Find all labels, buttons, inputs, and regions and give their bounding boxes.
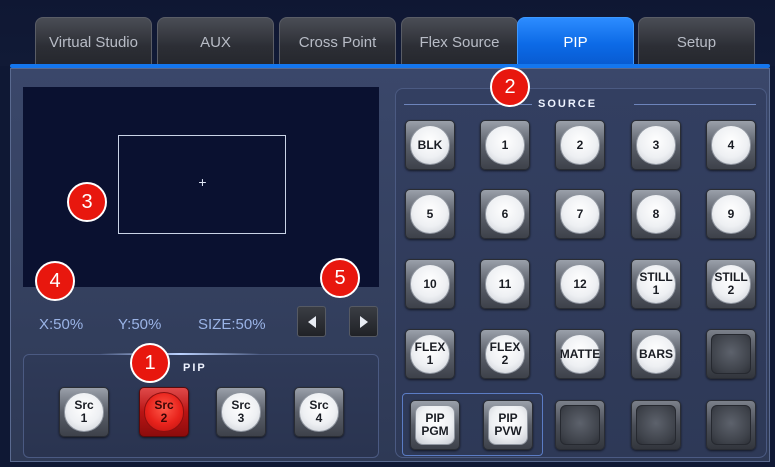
source-key-label: 8 [636,194,676,234]
source-key-label: 3 [636,125,676,165]
source-panel-title: SOURCE [538,98,598,110]
source-key-7[interactable]: 7 [555,189,605,239]
source-key-blank-cap [560,405,600,445]
x-position-readout: X:50% [39,316,84,333]
pip-src-2-button[interactable]: Src 2 [139,387,189,437]
source-key-still-1[interactable]: STILL 1 [631,259,681,309]
source-key-label: 10 [410,264,450,304]
source-key-label: 11 [485,264,525,304]
source-key-label: 12 [560,264,600,304]
source-key-blank[interactable] [631,400,681,450]
source-key-1[interactable]: 1 [480,120,530,170]
source-key-blank[interactable] [706,400,756,450]
source-key-label: STILL 1 [636,264,676,304]
pip-pvw-button[interactable]: PIP PVW [483,400,533,450]
source-key-label: 4 [711,125,751,165]
pip-src-4-button[interactable]: Src 4 [294,387,344,437]
source-key-label: 1 [485,125,525,165]
size-increase-button[interactable] [349,306,378,337]
callout-marker-3: 3 [67,182,107,222]
size-decrease-button[interactable] [297,306,326,337]
pip-pgm-button[interactable]: PIP PGM [410,400,460,450]
source-key-8[interactable]: 8 [631,189,681,239]
source-key-label: 9 [711,194,751,234]
source-key-blank-cap [711,334,751,374]
tab-pip[interactable]: PIP [517,17,634,66]
callout-marker-1: 1 [130,343,170,383]
source-key-blank-cap [711,405,751,445]
source-key-label: FLEX 2 [485,334,525,374]
tab-aux[interactable]: AUX [157,17,274,66]
source-key-blank[interactable] [706,329,756,379]
tab-flex-source[interactable]: Flex Source [401,17,518,66]
source-key-label: MATTE [560,334,600,374]
source-key-bars[interactable]: BARS [631,329,681,379]
source-key-matte[interactable]: MATTE [555,329,605,379]
tab-cross-point[interactable]: Cross Point [279,17,396,66]
source-key-3[interactable]: 3 [631,120,681,170]
tab-setup[interactable]: Setup [638,17,755,66]
source-key-12[interactable]: 12 [555,259,605,309]
source-key-label: FLEX 1 [410,334,450,374]
source-key-label: PIP PVW [488,405,528,445]
size-readout: SIZE:50% [198,316,266,333]
source-key-4[interactable]: 4 [706,120,756,170]
caret-left-icon [307,315,316,328]
source-title-rule-right [634,104,756,105]
source-key-label: 7 [560,194,600,234]
source-key-blank-cap [636,405,676,445]
pip-src-2-label: Src 2 [144,392,184,432]
source-key-flex-1[interactable]: FLEX 1 [405,329,455,379]
callout-marker-5: 5 [320,258,360,298]
pip-group-highlight [100,353,260,355]
source-key-9[interactable]: 9 [706,189,756,239]
source-key-label: BLK [410,125,450,165]
source-key-blank[interactable] [555,400,605,450]
pip-src-3-label: Src 3 [221,392,261,432]
source-key-label: BARS [636,334,676,374]
source-key-11[interactable]: 11 [480,259,530,309]
source-key-blk[interactable]: BLK [405,120,455,170]
pip-src-1-label: Src 1 [64,392,104,432]
callout-marker-4: 4 [35,261,75,301]
source-key-10[interactable]: 10 [405,259,455,309]
source-key-label: 6 [485,194,525,234]
pip-src-1-button[interactable]: Src 1 [59,387,109,437]
pip-src-3-button[interactable]: Src 3 [216,387,266,437]
tab-virtual-studio[interactable]: Virtual Studio [35,17,152,66]
y-position-readout: Y:50% [118,316,162,333]
source-key-still-2[interactable]: STILL 2 [706,259,756,309]
pip-src-4-label: Src 4 [299,392,339,432]
source-key-flex-2[interactable]: FLEX 2 [480,329,530,379]
source-key-6[interactable]: 6 [480,189,530,239]
source-key-label: PIP PGM [415,405,455,445]
source-key-label: 5 [410,194,450,234]
source-key-2[interactable]: 2 [555,120,605,170]
source-key-label: 2 [560,125,600,165]
crosshair-icon: + [198,174,207,190]
source-key-5[interactable]: 5 [405,189,455,239]
callout-marker-2: 2 [490,67,530,107]
source-key-label: STILL 2 [711,264,751,304]
tab-bar: Virtual Studio AUX Cross Point Flex Sour… [0,0,775,66]
pip-group-title: PIP [183,362,207,374]
caret-right-icon [359,315,368,328]
